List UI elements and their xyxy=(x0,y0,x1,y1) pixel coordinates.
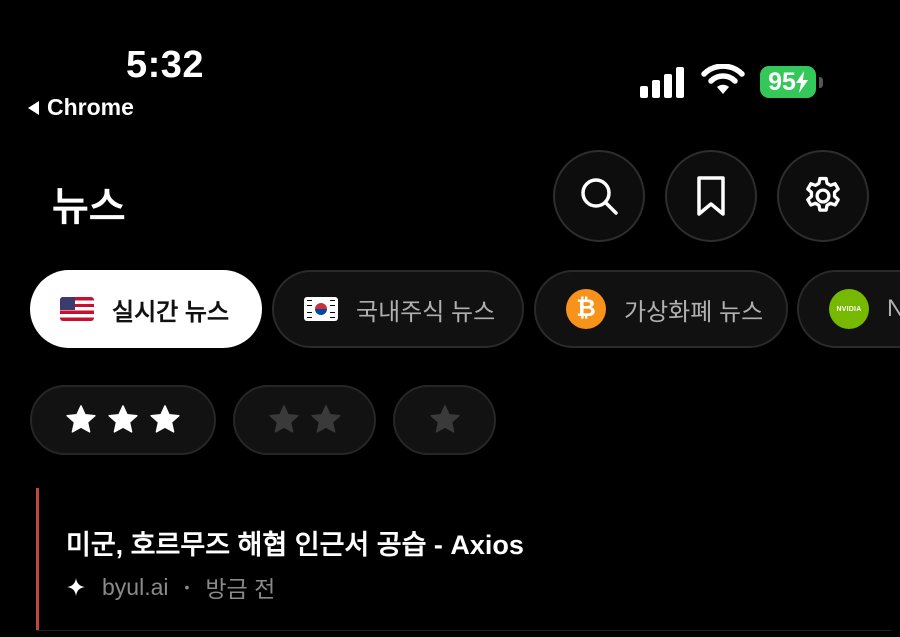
back-triangle-icon xyxy=(28,100,39,115)
category-chip-crypto[interactable]: ₿ 가상화폐 뉴스 xyxy=(534,270,788,348)
search-icon xyxy=(581,178,618,215)
battery-level: 95 xyxy=(768,67,796,96)
category-chip-domestic[interactable]: 국내주식 뉴스 xyxy=(272,270,524,348)
charging-bolt-icon xyxy=(795,71,808,93)
us-flag-icon xyxy=(60,297,94,321)
bitcoin-icon: ₿ xyxy=(566,289,606,329)
battery-cap xyxy=(819,77,823,88)
sparkle-icon xyxy=(67,578,85,596)
bookmark-icon xyxy=(697,176,725,216)
search-button[interactable] xyxy=(553,150,645,242)
nvidia-logo-icon: NVIDIA xyxy=(829,289,869,329)
battery-indicator: 95 xyxy=(760,66,816,98)
news-title: 미군, 호르무즈 해협 인근서 공습 - Axios xyxy=(66,530,524,560)
list-divider xyxy=(36,630,900,631)
star-icon xyxy=(150,405,180,433)
category-label: 실시간 뉴스 xyxy=(112,298,230,326)
settings-button[interactable] xyxy=(777,150,869,242)
filter-one-star[interactable] xyxy=(393,385,496,455)
korea-flag-icon xyxy=(304,297,338,321)
news-time: 방금 전 xyxy=(205,576,276,602)
gear-icon xyxy=(806,176,840,212)
star-icon xyxy=(66,405,96,433)
wifi-icon xyxy=(701,64,745,94)
star-icon xyxy=(268,405,299,433)
news-item[interactable]: 미군, 호르무즈 해협 인근서 공습 - Axios byul.ai • 방금 … xyxy=(36,488,900,630)
filter-two-stars[interactable] xyxy=(233,385,376,455)
category-label: 국내주식 뉴스 xyxy=(356,298,496,326)
screen: 5:32 Chrome 95 뉴스 실시간 뉴스 국내주식 뉴스 ₿ 가상화폐 … xyxy=(0,0,900,637)
news-source: byul.ai xyxy=(102,573,169,600)
category-chip-nvidia[interactable]: NVIDIA N xyxy=(797,270,900,348)
page-title: 뉴스 xyxy=(52,185,126,229)
star-icon xyxy=(108,405,138,433)
news-meta: byul.ai • 방금 전 xyxy=(66,570,275,604)
category-label: 가상화폐 뉴스 xyxy=(624,298,764,326)
filter-three-stars[interactable] xyxy=(30,385,216,455)
category-label: N xyxy=(887,295,900,322)
bookmark-button[interactable] xyxy=(665,150,757,242)
back-to-app-link[interactable]: Chrome xyxy=(28,94,134,121)
star-icon xyxy=(429,405,460,433)
category-chip-realtime[interactable]: 실시간 뉴스 xyxy=(30,270,262,348)
back-app-label: Chrome xyxy=(47,94,134,120)
star-icon xyxy=(310,405,341,433)
cellular-signal-icon xyxy=(640,66,684,98)
meta-separator: • xyxy=(184,579,190,595)
status-time: 5:32 xyxy=(126,44,205,86)
